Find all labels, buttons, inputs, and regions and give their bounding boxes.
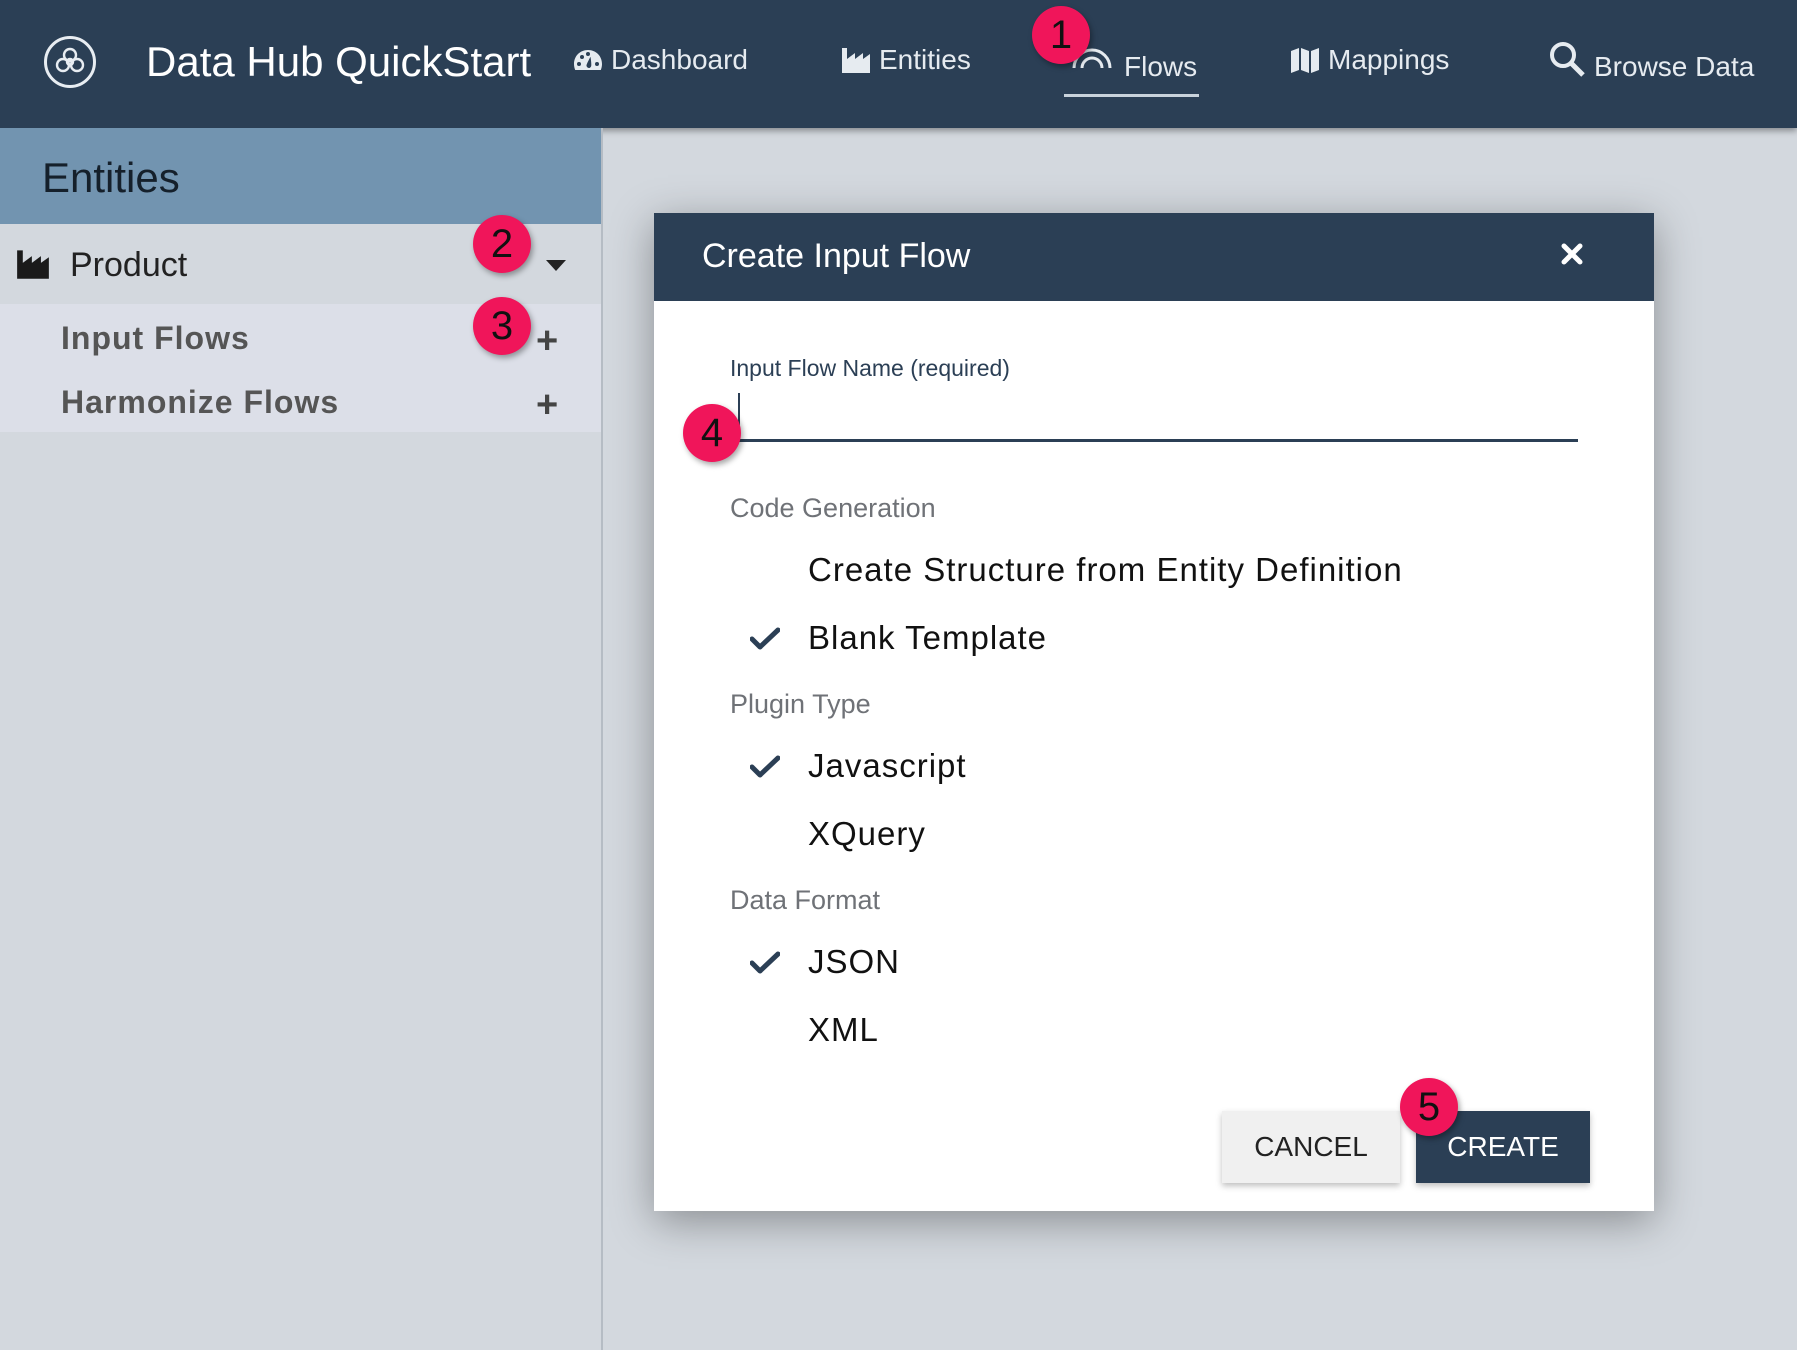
option-javascript[interactable]: Javascript (808, 747, 967, 785)
step-marker-2: 2 (473, 215, 531, 273)
close-icon[interactable] (1561, 243, 1583, 265)
add-harmonize-flow-plus-icon[interactable]: + (536, 386, 558, 424)
nav-flows-label: Flows (1124, 51, 1198, 82)
code-generation-label: Code Generation (730, 493, 936, 523)
search-icon (1550, 42, 1585, 77)
nav-entities[interactable]: Entities (841, 44, 971, 76)
check-icon (750, 951, 780, 974)
dialog-title: Create Input Flow (702, 237, 971, 275)
input-flow-name-label: Input Flow Name (required) (730, 355, 1010, 381)
option-blank-template[interactable]: Blank Template (808, 619, 1047, 657)
factory-icon (17, 250, 49, 279)
input-flow-name-field[interactable] (730, 391, 1578, 442)
step-marker-5: 5 (1400, 1078, 1458, 1136)
nav-entities-label: Entities (879, 44, 971, 75)
step-marker-1: 1 (1032, 6, 1090, 64)
option-json[interactable]: JSON (808, 943, 900, 981)
add-input-flow-plus-icon[interactable]: + (536, 322, 558, 360)
option-xquery[interactable]: XQuery (808, 815, 926, 853)
input-flows-label: Input Flows (61, 320, 250, 356)
top-navbar: Data Hub QuickStart Dashboard Entities F… (0, 0, 1797, 128)
nav-browse-data[interactable]: Browse Data (1548, 40, 1754, 82)
data-format-label: Data Format (730, 885, 881, 915)
plugin-type-label: Plugin Type (730, 689, 871, 719)
nav-dashboard[interactable]: Dashboard (573, 44, 748, 76)
app-title: Data Hub QuickStart (146, 38, 532, 85)
entity-name: Product (70, 246, 188, 284)
map-icon (1291, 48, 1319, 73)
option-create-structure[interactable]: Create Structure from Entity Definition (808, 551, 1403, 589)
caret-down-icon[interactable] (546, 260, 566, 272)
dialog-header: Create Input Flow (654, 213, 1654, 301)
sidebar-title: Entities (42, 154, 180, 201)
nav-mappings[interactable]: Mappings (1290, 44, 1449, 76)
option-xml[interactable]: XML (808, 1011, 879, 1049)
data-hub-logo-icon[interactable] (44, 36, 96, 88)
active-tab-underline (1064, 94, 1199, 97)
step-marker-3: 3 (473, 297, 531, 355)
cancel-button[interactable]: CANCEL (1222, 1111, 1400, 1183)
nav-mappings-label: Mappings (1328, 44, 1450, 75)
harmonize-flows-label: Harmonize Flows (61, 384, 340, 420)
create-input-flow-dialog: Create Input Flow Input Flow Name (requi… (654, 213, 1654, 1211)
dashboard-gauge-icon (574, 50, 602, 70)
nav-browse-data-label: Browse Data (1594, 51, 1755, 82)
nav-dashboard-label: Dashboard (611, 44, 748, 75)
factory-icon (842, 48, 870, 73)
check-icon (750, 627, 780, 650)
step-marker-4: 4 (683, 404, 741, 462)
check-icon (750, 755, 780, 778)
sidebar-header: Entities (0, 128, 601, 224)
